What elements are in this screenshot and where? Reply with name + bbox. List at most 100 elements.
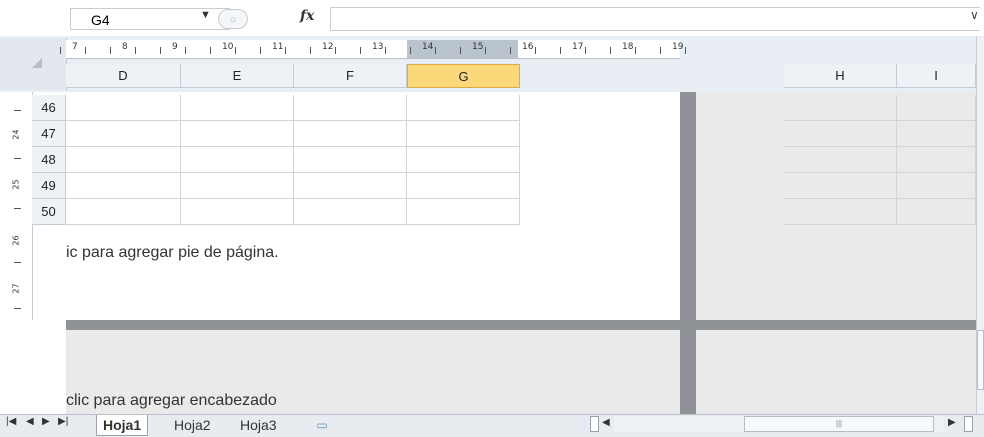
ruler-tick <box>60 47 61 54</box>
grid-cell[interactable] <box>66 173 181 199</box>
vruler-tick <box>14 308 21 309</box>
grid-cell[interactable] <box>897 121 976 147</box>
grid-cell[interactable] <box>66 95 181 121</box>
vruler-number: 26 <box>11 235 21 246</box>
ruler-tick <box>310 47 311 54</box>
header-placeholder[interactable]: clic para agregar encabezado <box>66 392 277 410</box>
vruler-tick <box>14 110 21 111</box>
grid-cell[interactable] <box>784 147 897 173</box>
ruler-tick <box>210 47 211 54</box>
prev-sheet-icon[interactable]: ◀ <box>26 416 34 427</box>
grid-cell[interactable] <box>181 147 294 173</box>
formula-cancel-button[interactable]: ○ <box>218 9 248 29</box>
ruler-tick <box>635 47 636 54</box>
ruler-number: 18 <box>622 42 634 52</box>
select-all-icon <box>32 58 42 68</box>
ruler-tick <box>435 47 436 54</box>
ruler-tick <box>110 47 111 54</box>
grid-cell[interactable] <box>407 95 520 121</box>
ruler-tick <box>135 47 136 54</box>
row-header-48[interactable]: 48 <box>32 147 66 173</box>
last-sheet-icon[interactable]: ▶| <box>58 416 68 427</box>
grid-cell[interactable] <box>407 147 520 173</box>
vruler-tick <box>14 158 21 159</box>
ruler-number: 19 <box>672 42 684 52</box>
grid-cell[interactable] <box>294 121 407 147</box>
insert-function-button[interactable]: fx <box>300 8 314 24</box>
ruler-tick <box>185 47 186 54</box>
vruler-tick <box>14 208 21 209</box>
footer-placeholder[interactable]: ic para agregar pie de página. <box>66 244 279 262</box>
row-header-50[interactable]: 50 <box>32 199 66 225</box>
grid-cell[interactable] <box>294 95 407 121</box>
ruler-tick <box>610 47 611 54</box>
page-divider-horizontal <box>66 320 984 330</box>
name-box-dropdown-icon[interactable]: ▼ <box>200 9 211 21</box>
grid-cell[interactable] <box>294 199 407 225</box>
ruler-number: 14 <box>422 42 434 52</box>
row-header-49[interactable]: 49 <box>32 173 66 199</box>
grid-cell[interactable] <box>897 147 976 173</box>
grid-cell[interactable] <box>897 173 976 199</box>
grid-cell[interactable] <box>784 173 897 199</box>
ruler-number: 9 <box>172 42 178 52</box>
vertical-scroll-thumb[interactable] <box>977 330 984 390</box>
column-header-e[interactable]: E <box>181 64 294 88</box>
ruler-tick <box>285 47 286 54</box>
grid-cell[interactable] <box>897 199 976 225</box>
sheet-tab-hoja3[interactable]: Hoja3 <box>234 415 283 435</box>
column-header-f[interactable]: F <box>294 64 407 88</box>
ruler-number: 16 <box>522 42 534 52</box>
page-divider-vertical <box>680 92 696 414</box>
grid-cell[interactable] <box>784 95 897 121</box>
scroll-left-icon[interactable]: ◀ <box>602 417 610 428</box>
grid-cell[interactable] <box>66 121 181 147</box>
next-sheet-icon[interactable]: ▶ <box>42 416 50 427</box>
grid-cell[interactable] <box>294 173 407 199</box>
formula-input[interactable] <box>330 7 980 31</box>
expand-formula-bar-icon[interactable]: ∨ <box>970 8 979 22</box>
insert-sheet-icon[interactable]: ▭ <box>306 415 338 435</box>
ruler-number: 15 <box>472 42 484 52</box>
vruler-number: 25 <box>11 179 21 190</box>
row-header-47[interactable]: 47 <box>32 121 66 147</box>
first-sheet-icon[interactable]: |◀ <box>6 416 16 427</box>
next-right-page-area <box>696 330 976 414</box>
split-box-handle[interactable] <box>964 416 973 432</box>
grid-cell[interactable] <box>181 95 294 121</box>
grid-cell[interactable] <box>407 121 520 147</box>
column-header-h[interactable]: H <box>784 64 897 88</box>
ruler-tick <box>85 47 86 54</box>
ruler-number: 13 <box>372 42 384 52</box>
tab-split-handle[interactable] <box>590 416 599 432</box>
ruler-tick <box>535 47 536 54</box>
grid-cell[interactable] <box>181 121 294 147</box>
ruler-tick <box>360 47 361 54</box>
sheet-tab-hoja2[interactable]: Hoja2 <box>168 415 217 435</box>
grid-cell[interactable] <box>181 199 294 225</box>
grid-cell[interactable] <box>407 199 520 225</box>
ruler-tick <box>160 47 161 54</box>
column-header-i[interactable]: I <box>897 64 976 88</box>
column-header-d[interactable]: D <box>66 64 181 88</box>
scroll-right-icon[interactable]: ▶ <box>948 417 956 428</box>
grid-cell[interactable] <box>784 199 897 225</box>
ruler-tick <box>560 47 561 54</box>
horizontal-scroll-thumb[interactable]: ||| <box>744 416 934 432</box>
ruler-tick <box>335 47 336 54</box>
vruler-number: 27 <box>11 283 21 294</box>
grid-cell[interactable] <box>407 173 520 199</box>
ruler-tick <box>485 47 486 54</box>
ruler-number: 8 <box>122 42 128 52</box>
vruler-number: 24 <box>11 129 21 140</box>
ruler-tick <box>660 47 661 54</box>
column-header-g[interactable]: G <box>407 64 520 88</box>
grid-cell[interactable] <box>66 147 181 173</box>
sheet-tab-hoja1[interactable]: Hoja1 <box>96 415 149 436</box>
grid-cell[interactable] <box>784 121 897 147</box>
row-header-46[interactable]: 46 <box>32 95 66 121</box>
grid-cell[interactable] <box>181 173 294 199</box>
grid-cell[interactable] <box>294 147 407 173</box>
grid-cell[interactable] <box>66 199 181 225</box>
grid-cell[interactable] <box>897 95 976 121</box>
